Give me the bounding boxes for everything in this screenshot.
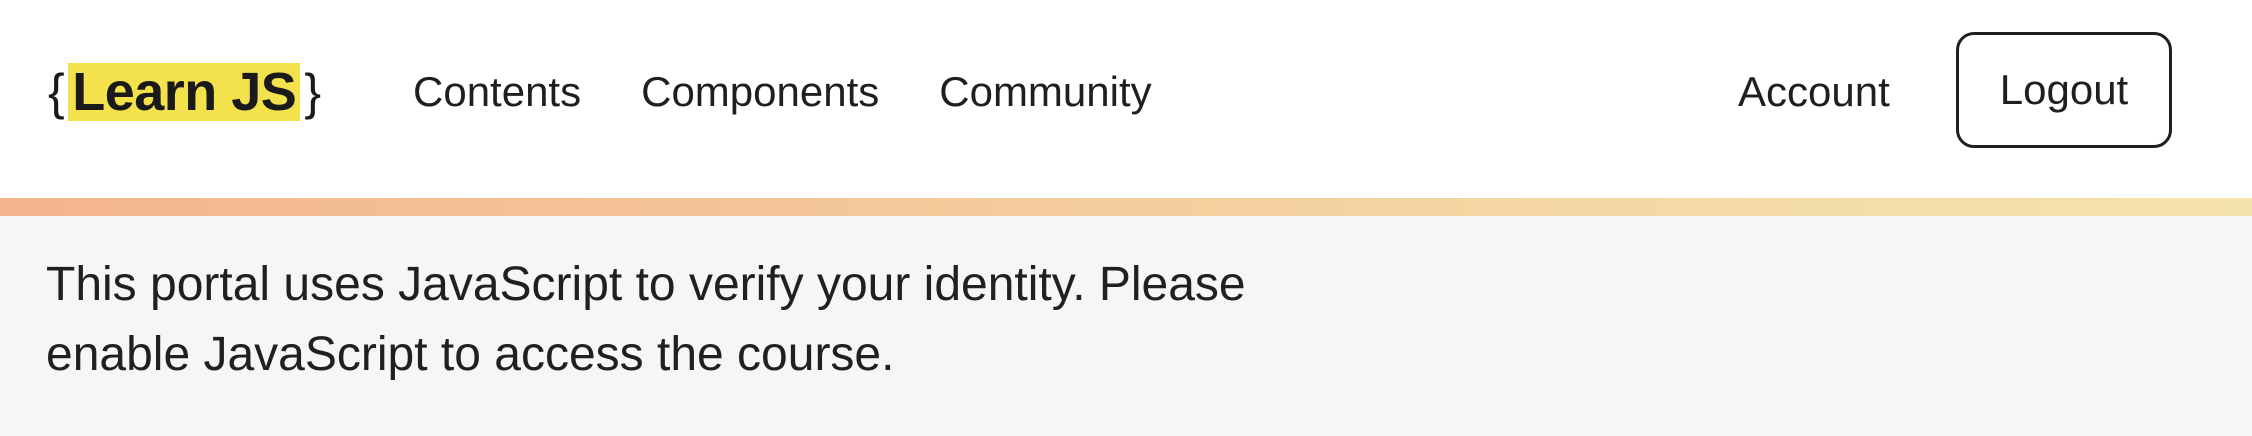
header-gradient-divider — [0, 198, 2252, 216]
site-logo[interactable]: { Learn JS } — [44, 58, 325, 126]
nav-link-components[interactable]: Components — [641, 68, 879, 116]
nav-link-contents[interactable]: Contents — [413, 68, 581, 116]
logo-brace-open: { — [48, 64, 65, 120]
account-link[interactable]: Account — [1738, 62, 1890, 122]
logout-button[interactable]: Logout — [1956, 32, 2172, 148]
main-nav: Contents Components Community — [413, 62, 1212, 122]
logo-text: Learn JS — [68, 63, 301, 121]
top-header: { Learn JS } Contents Components Communi… — [0, 0, 2252, 198]
nav-link-community[interactable]: Community — [939, 68, 1151, 116]
logo-brace-close: } — [304, 64, 321, 120]
javascript-required-notice: This portal uses JavaScript to verify yo… — [46, 258, 1246, 381]
